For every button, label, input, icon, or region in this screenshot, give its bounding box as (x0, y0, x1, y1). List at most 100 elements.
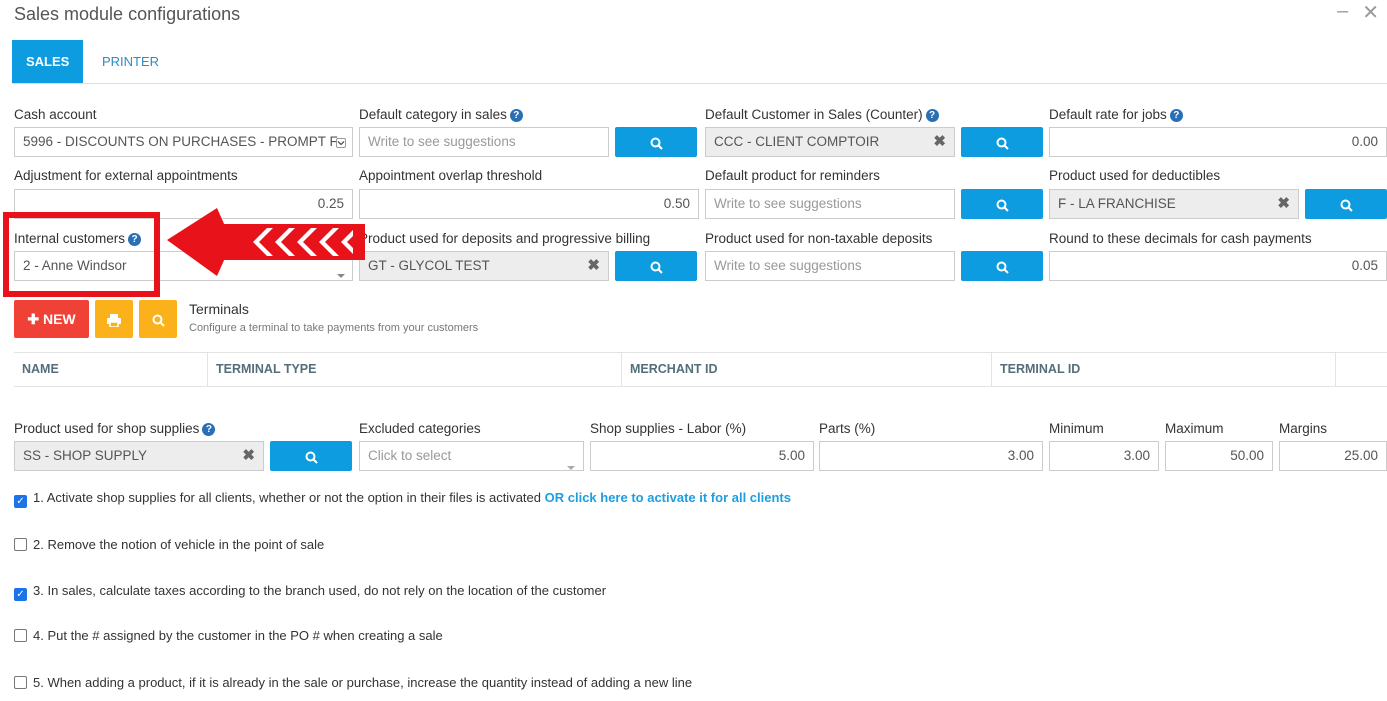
product-deductibles-value: F - LA FRANCHISE (1058, 196, 1176, 211)
default-category-label: Default category in sales? (359, 107, 523, 122)
help-icon[interactable]: ? (925, 109, 939, 122)
column-terminal-type[interactable]: TERMINAL TYPE (208, 353, 622, 386)
clear-icon[interactable]: ✖ (242, 442, 255, 470)
column-name[interactable]: NAME (14, 353, 208, 386)
default-customer-value: CCC - CLIENT COMPTOIR (714, 134, 880, 149)
option-2-label: 2. Remove the notion of vehicle in the p… (33, 537, 325, 552)
default-category-input[interactable]: Write to see suggestions (359, 127, 609, 157)
option-4-row: 4. Put the # assigned by the customer in… (14, 628, 443, 643)
cash-account-value: 5996 - DISCOUNTS ON PURCHASES - PROMPT F (23, 134, 338, 149)
shop-product-label: Product used for shop supplies? (14, 421, 216, 436)
help-icon[interactable]: ? (509, 109, 523, 122)
round-decimals-label: Round to these decimals for cash payment… (1049, 231, 1312, 246)
close-icon[interactable]: ✕ (1362, 0, 1379, 25)
printer-icon (107, 313, 121, 328)
clear-icon[interactable]: ✖ (1277, 190, 1290, 218)
default-customer-input[interactable]: CCC - CLIENT COMPTOIR ✖ (705, 127, 955, 157)
help-icon[interactable]: ? (1169, 109, 1183, 122)
margins-label: Margins (1279, 421, 1328, 436)
maximum-input[interactable]: 50.00 (1165, 441, 1273, 471)
option-5-checkbox[interactable] (14, 676, 27, 689)
product-nontaxable-input[interactable]: Write to see suggestions (705, 251, 955, 281)
activate-all-clients-link[interactable]: OR click here to activate it for all cli… (545, 490, 791, 505)
adjust-external-label: Adjustment for external appointments (14, 168, 238, 183)
option-4-checkbox[interactable] (14, 629, 27, 642)
shop-product-search-button[interactable] (270, 441, 352, 471)
window-title: Sales module configurations (14, 4, 241, 24)
product-deposits-label: Product used for deposits and progressiv… (359, 231, 651, 246)
new-terminal-button[interactable]: ✚ NEW (14, 300, 89, 338)
default-product-reminders-label: Default product for reminders (705, 168, 880, 183)
search-icon (152, 314, 165, 327)
product-nontaxable-label: Product used for non-taxable deposits (705, 231, 933, 246)
product-deposits-value: GT - GLYCOL TEST (368, 258, 490, 273)
parts-input[interactable]: 3.00 (819, 441, 1043, 471)
plus-icon: ✚ (27, 311, 43, 327)
search-icon (996, 261, 1009, 274)
option-3-row: ✓ 3. In sales, calculate taxes according … (14, 583, 606, 601)
highlight-box (3, 212, 160, 297)
search-terminal-button[interactable] (139, 300, 177, 338)
default-product-reminders-search-button[interactable] (961, 189, 1043, 219)
cash-account-label: Cash account (14, 107, 97, 122)
minimum-label: Minimum (1049, 421, 1104, 436)
chevron-down-icon (567, 453, 575, 470)
column-merchant-id[interactable]: MERCHANT ID (622, 353, 992, 386)
column-terminal-id[interactable]: TERMINAL ID (992, 353, 1336, 386)
overlap-threshold-input[interactable]: 0.50 (359, 189, 699, 219)
tab-bar: SALES PRINTER (12, 40, 1387, 84)
terminals-title: Terminals (189, 301, 249, 317)
option-5-row: 5. When adding a product, if it is alrea… (14, 675, 692, 690)
help-icon[interactable]: ? (202, 423, 216, 436)
search-icon (650, 137, 663, 150)
cash-account-select[interactable]: 5996 - DISCOUNTS ON PURCHASES - PROMPT F (14, 127, 353, 157)
excluded-categories-label: Excluded categories (359, 421, 481, 436)
default-product-reminders-input[interactable]: Write to see suggestions (705, 189, 955, 219)
option-1-checkbox[interactable]: ✓ (14, 495, 27, 508)
product-deposits-input[interactable]: GT - GLYCOL TEST ✖ (359, 251, 609, 281)
option-2-row: 2. Remove the notion of vehicle in the p… (14, 537, 324, 552)
tab-sales[interactable]: SALES (12, 40, 84, 83)
clear-icon[interactable]: ✖ (587, 252, 600, 280)
terminals-table-header: NAME TERMINAL TYPE MERCHANT ID TERMINAL … (14, 352, 1387, 387)
minimize-icon[interactable]: – (1337, 0, 1348, 25)
product-nontaxable-search-button[interactable] (961, 251, 1043, 281)
option-3-checkbox[interactable]: ✓ (14, 588, 27, 601)
tab-printer[interactable]: PRINTER (88, 40, 173, 83)
overlap-threshold-label: Appointment overlap threshold (359, 168, 543, 183)
search-icon (996, 199, 1009, 212)
product-deductibles-label: Product used for deductibles (1049, 168, 1221, 183)
print-button[interactable] (95, 300, 133, 338)
chevron-down-icon (336, 138, 346, 148)
shop-product-value: SS - SHOP SUPPLY (23, 448, 148, 463)
default-rate-input[interactable]: 0.00 (1049, 127, 1387, 157)
excluded-categories-placeholder: Click to select (368, 448, 452, 463)
terminals-subtitle: Configure a terminal to take payments fr… (189, 322, 479, 334)
maximum-label: Maximum (1165, 421, 1224, 436)
option-3-label: 3. In sales, calculate taxes according t… (33, 583, 607, 598)
product-deductibles-search-button[interactable] (1305, 189, 1387, 219)
option-1-label: 1. Activate shop supplies for all client… (33, 490, 541, 505)
labor-input[interactable]: 5.00 (590, 441, 814, 471)
product-deductibles-input[interactable]: F - LA FRANCHISE ✖ (1049, 189, 1299, 219)
shop-product-input[interactable]: SS - SHOP SUPPLY ✖ (14, 441, 264, 471)
option-4-label: 4. Put the # assigned by the customer in… (33, 628, 443, 643)
clear-icon[interactable]: ✖ (933, 128, 946, 156)
search-icon (305, 451, 318, 464)
margins-input[interactable]: 25.00 (1279, 441, 1387, 471)
product-deposits-search-button[interactable] (615, 251, 697, 281)
parts-label: Parts (%) (819, 421, 876, 436)
minimum-input[interactable]: 3.00 (1049, 441, 1159, 471)
excluded-categories-select[interactable]: Click to select (359, 441, 584, 471)
option-2-checkbox[interactable] (14, 538, 27, 551)
default-category-search-button[interactable] (615, 127, 697, 157)
option-1-row: ✓ 1. Activate shop supplies for all clien… (14, 490, 791, 508)
default-customer-label: Default Customer in Sales (Counter)? (705, 107, 939, 122)
pointer-arrow-icon (167, 208, 365, 276)
round-decimals-input[interactable]: 0.05 (1049, 251, 1387, 281)
default-customer-search-button[interactable] (961, 127, 1043, 157)
search-icon (650, 261, 663, 274)
default-rate-label: Default rate for jobs? (1049, 107, 1183, 122)
window-controls: – ✕ (1337, 0, 1379, 25)
labor-label: Shop supplies - Labor (%) (590, 421, 747, 436)
